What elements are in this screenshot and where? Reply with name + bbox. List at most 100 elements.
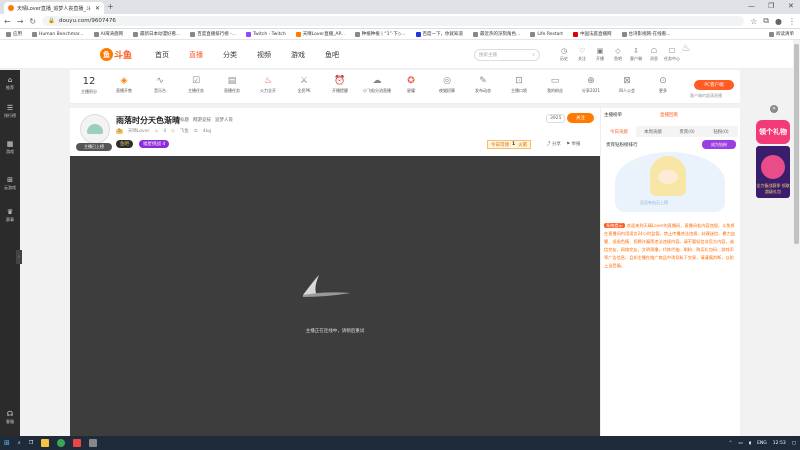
gift-banner[interactable]: 领个礼物 [756,120,790,144]
maximize-icon[interactable]: ❐ [768,2,774,10]
avatar[interactable] [80,114,110,144]
header-message[interactable]: ☖ 消息 [646,47,662,62]
language-indicator[interactable]: ENG [757,441,767,446]
app-icon[interactable] [73,439,82,447]
fishbar-badge[interactable]: 鱼吧 [116,140,133,148]
bookmark-item[interactable]: Twitch - Twitch [246,31,286,37]
bookmark-item[interactable]: Life Restart [530,31,563,37]
category-score[interactable]: 12 主播积分 [78,76,100,95]
category-item[interactable]: ♨ 火力全开 [257,76,279,94]
nav-category[interactable]: 分类 [223,50,237,60]
streamer-rank-link[interactable]: 主播榜单 [604,112,622,118]
url-field[interactable]: 🔒 douyu.com/9607476 [42,16,745,26]
bookmark-item[interactable]: 应用 [6,31,22,37]
category-item[interactable]: ⚔ 全民PK [293,76,315,94]
sidebar-item-service[interactable]: ☊ 客服 [0,410,20,425]
star-icon[interactable]: ☆ [750,17,757,26]
sidebar-item-match[interactable]: ♛ 赛事 [0,208,20,223]
header-history[interactable]: ◷ 历史 [556,47,572,62]
search-icon[interactable]: ⌕ [18,440,21,446]
header-broadcast[interactable]: ▣ 开播 [592,47,608,62]
become-diamond-button[interactable]: 成为钻粉 [702,140,736,149]
sidebar-item-game[interactable]: ▦ 游戏 [0,140,20,155]
file-explorer-icon[interactable] [41,439,50,447]
close-icon[interactable]: ✕ [770,105,778,113]
subcategory-link[interactable]: 追梦人丧 [215,117,233,123]
bookmark-item[interactable]: 天晴Lover直播_AP... [295,31,345,37]
challenge-badge[interactable]: 福星挑战 4 [139,140,170,148]
scrollbar-thumb[interactable] [794,44,799,244]
douyu-logo[interactable]: 鱼 斗鱼 [100,47,134,62]
replay-link[interactable]: 直播回看 [660,112,678,118]
tab-vip[interactable]: 贵宾(0) [670,126,704,137]
menu-icon[interactable]: ⋮ [788,17,796,26]
nav-live[interactable]: 直播 [189,50,203,60]
reading-list[interactable]: 阅读清单 [769,31,794,37]
category-item[interactable]: ▤ 直播任务 [221,76,243,94]
category-item[interactable]: ⊕ 分享2021 [580,76,602,94]
extensions-icon[interactable]: ⧉ [763,16,769,26]
close-tab-icon[interactable]: ✕ [95,5,100,12]
category-item[interactable]: ⊙ 更多 [652,76,674,94]
tab-diamond[interactable]: 钻粉(0) [704,126,738,137]
category-item[interactable]: ∿ 音乐台 [149,76,171,94]
bookmark-item[interactable]: AI海涛盘网 [93,31,123,37]
profile-icon[interactable]: ● [775,17,782,26]
forward-icon[interactable]: → [17,17,24,26]
bulb-icon[interactable]: ♨ [678,44,694,54]
network-icon[interactable]: ▭ [738,441,742,446]
nav-fishbar[interactable]: 鱼吧 [325,50,339,60]
browser-tab[interactable]: 天晴Lover直播_追梦人丧直播_斗 ✕ [4,2,104,14]
tab-week[interactable]: 本周贡献 [636,126,670,137]
bookmark-item[interactable]: 百度一下，你就知道 [415,31,463,37]
reload-icon[interactable]: ↻ [29,17,36,26]
category-item[interactable]: ◈ 直播开售 [113,76,135,94]
report-button[interactable]: ⚑ 举报 [566,141,580,147]
app-icon[interactable] [89,439,98,447]
category-item[interactable]: ☑ 主播任务 [185,76,207,94]
tab-today[interactable]: 今日贡献 [602,126,636,137]
category-item[interactable]: ⏰ 开播提醒 [329,76,351,94]
category-item[interactable]: ✪ 星耀 [400,76,422,94]
bookmark-item[interactable]: Human Benchmar... [32,31,84,37]
minimize-icon[interactable]: — [748,2,755,10]
pc-client-button[interactable]: PC客户端 [694,80,734,90]
owner-name[interactable]: 天晴Lover [128,128,149,134]
share-button[interactable]: ⤴ 分享 [546,141,561,147]
bookmark-item[interactable]: 台湾影视网-在线看... [621,31,670,37]
nav-home[interactable]: 首页 [155,50,169,60]
back-icon[interactable]: ← [4,17,11,26]
header-follow[interactable]: ♡ 关注 [574,47,590,62]
bookmark-item[interactable]: 种植种植丨“1”·下◇... [354,31,406,37]
category-item[interactable]: ⊡ 主播口袋 [508,76,530,94]
category-item[interactable]: ✎ 发布动态 [472,76,494,94]
windows-start-icon[interactable]: ⊞ [4,439,10,447]
tray-chevron-icon[interactable]: ⌃ [729,441,733,446]
avatar-rank-tag[interactable]: 主播已上榜 [76,143,112,151]
close-window-icon[interactable]: ✕ [788,2,794,10]
search-input[interactable]: 搜索主播 ⌕ [474,49,540,61]
category-item[interactable]: ⊠ 四人公会 [616,76,638,94]
clock[interactable]: 12:53 [773,441,786,446]
header-client[interactable]: ⇩ 客户端 [628,47,644,62]
sidebar-item-recommend[interactable]: ⌂ 推荐 [0,76,20,91]
category-link[interactable]: 网游竞技 [193,117,211,123]
volume-icon[interactable]: ◖ [749,441,751,446]
bookmark-item[interactable]: 最近热的深刻角色... [473,31,520,37]
notification-icon[interactable]: ▢ [792,441,796,446]
nav-video[interactable]: 视频 [257,50,271,60]
rocket-claim[interactable]: 今日可领 1 火箭 [487,140,532,149]
chrome-icon[interactable] [57,439,66,447]
gift-ad[interactable]: 全力备战赛季 领取超级礼包 [756,146,790,198]
bookmark-item[interactable]: 中国法庭直播网 [573,31,612,37]
category-item[interactable]: ◎ 夜猫招募 [436,76,458,94]
task-view-icon[interactable]: ❐ [29,440,33,446]
bookmark-item[interactable]: 最新日本动漫好看... [132,31,180,37]
category-item[interactable]: ▭ 我的粉丝 [544,76,566,94]
sidebar-item-rank[interactable]: ☰ 排行榜 [0,104,20,119]
search-icon[interactable]: ⌕ [532,52,535,58]
bookmark-item[interactable]: 百度直播排行榜 -... [190,31,236,37]
category-item[interactable]: ☁ 小飞船分流直播 [363,76,391,94]
new-tab-button[interactable]: + [107,2,114,11]
nav-game[interactable]: 游戏 [291,50,305,60]
